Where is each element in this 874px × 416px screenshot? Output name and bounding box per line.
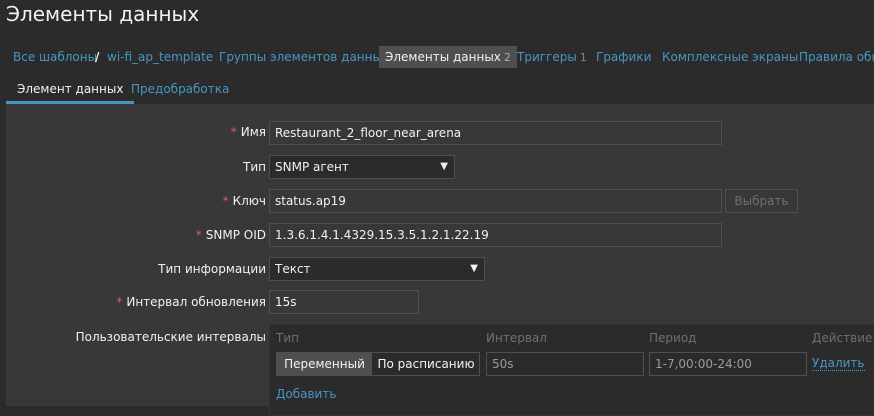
info-type-select[interactable]: Текст ▼ bbox=[269, 257, 485, 281]
info-type-label: Тип информации bbox=[158, 262, 266, 276]
required-marker: * bbox=[116, 295, 123, 309]
col-period-header: Период bbox=[649, 331, 697, 345]
tab-item[interactable]: Элемент данных bbox=[6, 76, 135, 104]
opt-scheduling[interactable]: По расписанию bbox=[373, 353, 479, 375]
required-marker: * bbox=[222, 194, 229, 208]
remove-interval-link[interactable]: Удалить bbox=[812, 356, 865, 371]
name-input[interactable]: Restaurant_2_floor_near_arena bbox=[269, 121, 722, 145]
chevron-down-icon: ▼ bbox=[470, 263, 478, 274]
nav-items-label: Элементы данных bbox=[385, 50, 501, 64]
oid-input[interactable]: 1.3.6.1.4.1.4329.15.3.5.1.2.1.22.19 bbox=[269, 223, 722, 247]
nav-template[interactable]: wi-fi_ap_template bbox=[107, 48, 213, 66]
custom-interval-input[interactable]: 50s bbox=[486, 352, 644, 376]
nav-separator: / bbox=[95, 50, 100, 64]
oid-label: * SNMP OID bbox=[196, 228, 266, 242]
key-label: * Ключ bbox=[223, 194, 266, 208]
form-tabs: Элемент данных Предобработка bbox=[6, 76, 874, 105]
interval-label-text: Интервал обновления bbox=[126, 295, 266, 309]
key-input[interactable]: status.ap19 bbox=[269, 189, 722, 213]
name-label: * Имя bbox=[231, 125, 266, 139]
nav-items-count: 2 bbox=[503, 51, 511, 64]
nav-item-groups[interactable]: Группы элементов данных bbox=[219, 48, 389, 66]
nav-triggers[interactable]: Триггеры 1 bbox=[517, 48, 587, 66]
nav-all-templates[interactable]: Все шаблоны bbox=[13, 48, 97, 66]
tab-preprocessing[interactable]: Предобработка bbox=[131, 76, 229, 104]
breadcrumb-nav: Все шаблоны / wi-fi_ap_template Группы э… bbox=[0, 44, 874, 70]
interval-input[interactable]: 15s bbox=[269, 290, 419, 314]
nav-graphs[interactable]: Графики bbox=[596, 48, 651, 66]
select-key-button[interactable]: Выбрать bbox=[725, 189, 798, 213]
key-label-text: Ключ bbox=[232, 194, 266, 208]
name-label-text: Имя bbox=[240, 125, 266, 139]
oid-label-text: SNMP OID bbox=[205, 228, 266, 242]
page-title: Элементы данных bbox=[6, 2, 200, 26]
nav-discovery-rules[interactable]: Правила обна bbox=[799, 48, 874, 66]
nav-screens[interactable]: Комплексные экраны bbox=[662, 48, 798, 66]
type-select[interactable]: SNMP агент ▼ bbox=[269, 155, 455, 179]
info-type-value: Текст bbox=[275, 262, 311, 276]
required-marker: * bbox=[195, 228, 202, 242]
nav-triggers-count: 1 bbox=[579, 51, 587, 64]
interval-type-toggle: Переменный По расписанию bbox=[276, 352, 480, 376]
type-label: Тип bbox=[243, 160, 266, 174]
add-interval-link[interactable]: Добавить bbox=[276, 387, 336, 401]
required-marker: * bbox=[230, 125, 237, 139]
custom-intervals-label: Пользовательские интервалы bbox=[75, 330, 266, 344]
nav-items[interactable]: Элементы данных 2 bbox=[379, 46, 517, 68]
chevron-down-icon: ▼ bbox=[440, 161, 448, 172]
col-type-header: Тип bbox=[276, 331, 299, 345]
custom-period-input[interactable]: 1-7,00:00-24:00 bbox=[649, 352, 807, 376]
nav-triggers-label: Триггеры bbox=[517, 50, 577, 64]
opt-flexible[interactable]: Переменный bbox=[277, 353, 372, 375]
col-interval-header: Интервал bbox=[486, 331, 547, 345]
custom-intervals-table: Тип Интервал Период Действие Переменный … bbox=[269, 324, 874, 416]
col-action-header: Действие bbox=[812, 331, 873, 345]
type-select-value: SNMP агент bbox=[275, 160, 349, 174]
interval-label: * Интервал обновления bbox=[116, 295, 266, 309]
